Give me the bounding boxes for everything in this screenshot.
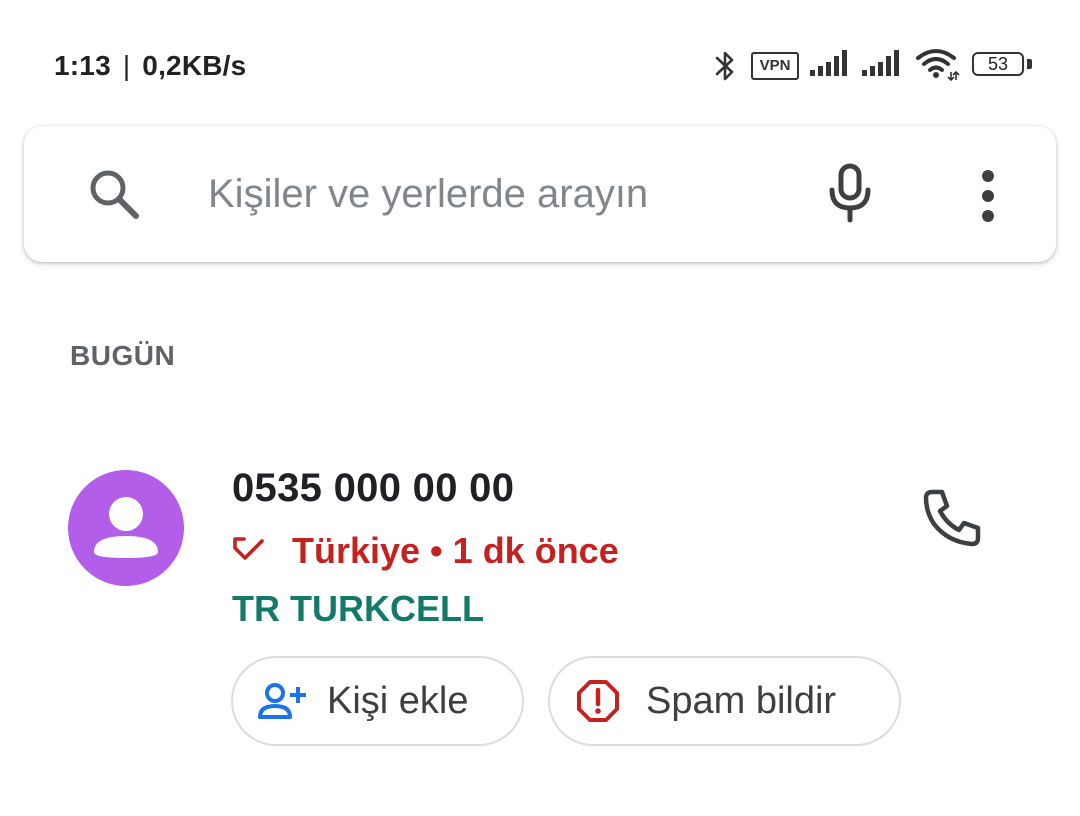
search-icon[interactable]: [84, 164, 144, 224]
vpn-icon: VPN: [751, 52, 799, 80]
search-input[interactable]: [208, 164, 768, 224]
status-left: 1:13 | 0,2KB/s: [54, 50, 246, 82]
wifi-icon: [916, 49, 960, 82]
report-icon: [577, 680, 619, 722]
call-meta: Türkiye • 1 dk önce: [292, 530, 619, 571]
missed-call-icon: [233, 537, 264, 560]
add-contact-label: Kişi ekle: [327, 679, 469, 722]
signal-icon: [862, 50, 899, 76]
battery-icon: 53: [972, 52, 1024, 76]
person-add-icon: [258, 683, 306, 719]
phone-icon[interactable]: [920, 484, 986, 550]
add-contact-button[interactable]: Kişi ekle: [231, 656, 524, 746]
more-vert-icon[interactable]: [968, 166, 1008, 226]
status-time: 1:13: [54, 50, 111, 81]
search-bar[interactable]: [24, 126, 1056, 262]
status-separator: |: [122, 50, 131, 81]
person-icon: [94, 497, 158, 558]
carrier-label: TR TURKCELL: [232, 588, 484, 629]
bluetooth-icon: [715, 51, 734, 81]
microphone-icon[interactable]: [824, 162, 876, 224]
status-bar: 1:13 | 0,2KB/s VPN 53: [0, 0, 1080, 120]
report-spam-button[interactable]: Spam bildir: [548, 656, 901, 746]
report-spam-label: Spam bildir: [646, 679, 837, 722]
network-speed: 0,2KB/s: [142, 50, 247, 81]
avatar[interactable]: [68, 470, 184, 586]
signal-icon: [810, 50, 847, 76]
battery-tip: [1027, 59, 1032, 69]
section-header-today: BUGÜN: [70, 340, 176, 371]
caller-number: 0535 000 00 00: [232, 466, 515, 510]
